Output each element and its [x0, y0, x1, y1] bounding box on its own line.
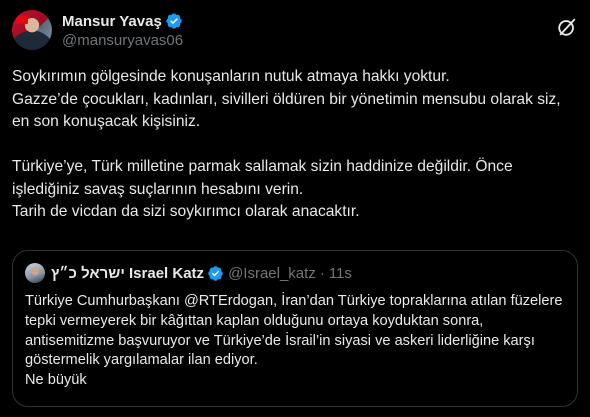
author-avatar[interactable] [12, 10, 52, 50]
quoted-timestamp[interactable]: 11s [329, 265, 352, 282]
author-display-name[interactable]: Mansur Yavaş [62, 13, 162, 30]
quoted-tweet[interactable]: ישראל כ״ץ Israel Katz @Israel_katz · 11s… [12, 250, 578, 407]
separator-dot: · [319, 264, 325, 282]
tweet-header: Mansur Yavaş @mansuryavas06 [12, 10, 578, 56]
flag-icon [16, 16, 28, 24]
verified-badge-icon [208, 265, 223, 281]
quoted-author-handle[interactable]: @Israel_katz [228, 265, 316, 282]
verified-badge-icon [166, 13, 182, 29]
tweet-text: Soykırımın gölgesinde konuşanların nutuk… [12, 68, 561, 220]
quoted-author-display-name[interactable]: ישראל כ״ץ Israel Katz [51, 265, 204, 282]
quoted-author-avatar[interactable] [25, 263, 45, 283]
quoted-tweet-header: ישראל כ״ץ Israel Katz @Israel_katz · 11s [25, 263, 352, 283]
quoted-tweet-text: Türkiye Cumhurbaşkanı @RTErdogan, İran’d… [25, 293, 563, 389]
author-name-row: Mansur Yavaş [62, 11, 183, 31]
author-handle[interactable]: @mansuryavas06 [62, 32, 183, 49]
grok-icon[interactable] [556, 16, 578, 38]
